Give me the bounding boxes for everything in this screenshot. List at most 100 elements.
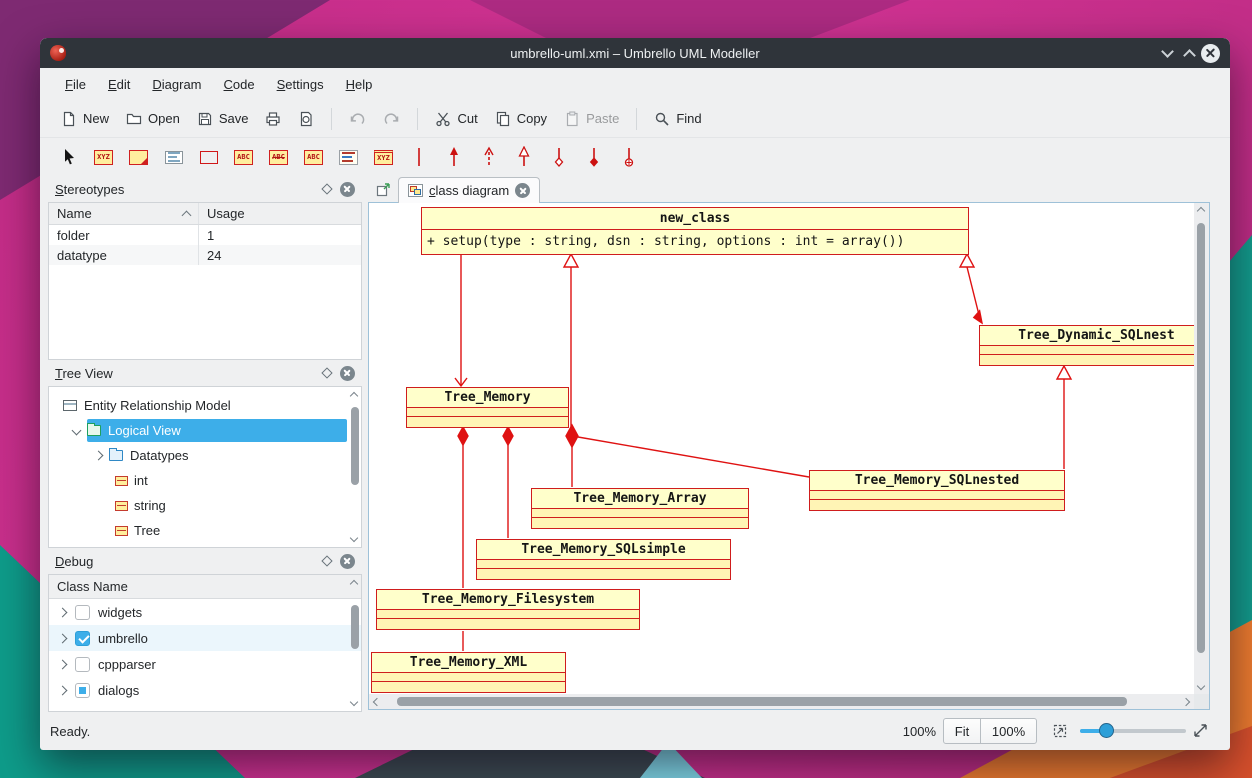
menu-code[interactable]: Code: [213, 73, 266, 96]
dock-close-icon[interactable]: [340, 366, 355, 381]
tab-class-diagram[interactable]: class diagram: [398, 177, 540, 203]
tree-item-string[interactable]: string: [49, 493, 361, 518]
dock-float-icon[interactable]: [321, 555, 332, 566]
scrollbar-thumb[interactable]: [397, 697, 1127, 706]
scrollbar-thumb[interactable]: [1197, 223, 1205, 653]
new-diagram-tab-button[interactable]: [374, 180, 392, 198]
menu-file[interactable]: File: [54, 73, 97, 96]
debug-row-cppparser[interactable]: cppparser: [49, 651, 361, 677]
class-tool-button[interactable]: XYZ: [89, 143, 118, 171]
fullscreen-button[interactable]: [1192, 723, 1209, 742]
scroll-down-icon[interactable]: [1197, 682, 1205, 690]
debug-row-dialogs[interactable]: dialogs: [49, 677, 361, 703]
dependency-tool-button[interactable]: [474, 143, 503, 171]
enum-tool-button[interactable]: ABC: [264, 143, 293, 171]
containment-tool-button[interactable]: [614, 143, 643, 171]
titlebar[interactable]: umbrello-uml.xmi – Umbrello UML Modeller: [40, 38, 1230, 68]
expander-right-icon[interactable]: [94, 451, 104, 461]
debug-dock-header[interactable]: Debug: [48, 548, 362, 574]
column-usage[interactable]: Usage: [199, 206, 245, 221]
scrollbar-thumb[interactable]: [351, 605, 359, 649]
generalization-tool-button[interactable]: [509, 143, 538, 171]
uml-class-tree-memory-array[interactable]: Tree_Memory_Array: [531, 488, 749, 529]
redo-button[interactable]: [376, 106, 407, 132]
scroll-left-icon[interactable]: [373, 697, 381, 705]
fit-page-button[interactable]: [1052, 723, 1068, 742]
zoom-slider[interactable]: [1080, 729, 1186, 733]
scroll-down-icon[interactable]: [350, 698, 358, 706]
composition-tool-button[interactable]: [579, 143, 608, 171]
note-tool-button[interactable]: [159, 143, 188, 171]
find-button[interactable]: Find: [647, 106, 708, 132]
stereotypes-dock-header[interactable]: Stereotypes: [48, 176, 362, 202]
scroll-up-icon[interactable]: [350, 580, 358, 588]
undo-button[interactable]: [342, 106, 373, 132]
category-tool-button[interactable]: XYZ: [369, 143, 398, 171]
print-button[interactable]: [258, 106, 288, 132]
checkbox-partial[interactable]: [75, 683, 90, 698]
uml-class-tree-memory-sqlsimple[interactable]: Tree_Memory_SQLsimple: [476, 539, 731, 580]
copy-button[interactable]: Copy: [488, 106, 554, 132]
checkbox-checked[interactable]: [75, 631, 90, 646]
composition-line[interactable]: [578, 437, 809, 477]
paste-button[interactable]: Paste: [557, 106, 626, 132]
scroll-down-icon[interactable]: [350, 534, 358, 542]
stereotypes-table-header[interactable]: Name Usage: [49, 203, 361, 225]
canvas-vertical-scrollbar[interactable]: [1194, 203, 1209, 694]
expander-right-icon[interactable]: [58, 607, 68, 617]
table-row[interactable]: datatype 24: [49, 245, 361, 265]
tree-item-logical-view[interactable]: Logical View: [49, 418, 361, 443]
dock-close-icon[interactable]: [340, 182, 355, 197]
column-name[interactable]: Name: [57, 206, 92, 221]
debug-column-header[interactable]: Class Name: [49, 575, 361, 599]
uml-class-tree-memory-filesystem[interactable]: Tree_Memory_Filesystem: [376, 589, 640, 630]
window-maximize-button[interactable]: [1185, 38, 1194, 68]
expander-down-icon[interactable]: [72, 426, 82, 436]
tree-item-datatypes[interactable]: Datatypes: [49, 443, 361, 468]
window-shade-button[interactable]: [1163, 38, 1172, 68]
fit-button[interactable]: Fit: [943, 718, 981, 744]
scroll-up-icon[interactable]: [1197, 207, 1205, 215]
scrollbar-thumb[interactable]: [351, 407, 359, 485]
dock-float-icon[interactable]: [321, 367, 332, 378]
dock-float-icon[interactable]: [321, 183, 332, 194]
datatype-tool-button[interactable]: ABC: [299, 143, 328, 171]
save-button[interactable]: Save: [190, 106, 256, 132]
entity-tool-button[interactable]: [334, 143, 363, 171]
diagram-canvas[interactable]: new_class + setup(type : string, dsn : s…: [369, 203, 1194, 694]
tree-item-entity-relationship-model[interactable]: Entity Relationship Model: [49, 393, 361, 418]
print-preview-button[interactable]: [291, 106, 321, 132]
scroll-up-icon[interactable]: [350, 392, 358, 400]
menu-diagram[interactable]: Diagram: [141, 73, 212, 96]
aggregation-tool-button[interactable]: [544, 143, 573, 171]
expander-right-icon[interactable]: [58, 685, 68, 695]
object-tool-button[interactable]: [124, 143, 153, 171]
select-tool-button[interactable]: [54, 143, 83, 171]
debug-row-umbrello[interactable]: umbrello: [49, 625, 361, 651]
menu-edit[interactable]: Edit: [97, 73, 141, 96]
dock-close-icon[interactable]: [340, 554, 355, 569]
tree-item-int[interactable]: int: [49, 468, 361, 493]
table-row[interactable]: folder 1: [49, 225, 361, 245]
box-tool-button[interactable]: [194, 143, 223, 171]
uml-class-tree-memory-xml[interactable]: Tree_Memory_XML: [371, 652, 566, 693]
debug-scrollbar[interactable]: [349, 577, 360, 709]
uml-class-tree-memory[interactable]: Tree_Memory: [406, 387, 569, 428]
directed-association-tool-button[interactable]: [439, 143, 468, 171]
scroll-right-icon[interactable]: [1182, 697, 1190, 705]
uml-class-tree-memory-sqlnested[interactable]: Tree_Memory_SQLnested: [809, 470, 1065, 511]
menu-help[interactable]: Help: [335, 73, 384, 96]
tree-view-dock-header[interactable]: Tree View: [48, 360, 362, 386]
zoom-100-button[interactable]: 100%: [980, 718, 1037, 744]
slider-handle[interactable]: [1099, 723, 1114, 738]
text-tool-button[interactable]: ABC: [229, 143, 258, 171]
uml-class-new_class[interactable]: new_class + setup(type : string, dsn : s…: [421, 207, 969, 255]
association-tool-button[interactable]: [404, 143, 433, 171]
tree-item-tree[interactable]: Tree: [49, 518, 361, 543]
canvas-horizontal-scrollbar[interactable]: [369, 694, 1194, 709]
expander-right-icon[interactable]: [58, 659, 68, 669]
cut-button[interactable]: Cut: [428, 106, 484, 132]
expander-right-icon[interactable]: [58, 633, 68, 643]
uml-class-tree-dynamic-sqlnest[interactable]: Tree_Dynamic_SQLnest: [979, 325, 1194, 366]
menu-settings[interactable]: Settings: [266, 73, 335, 96]
